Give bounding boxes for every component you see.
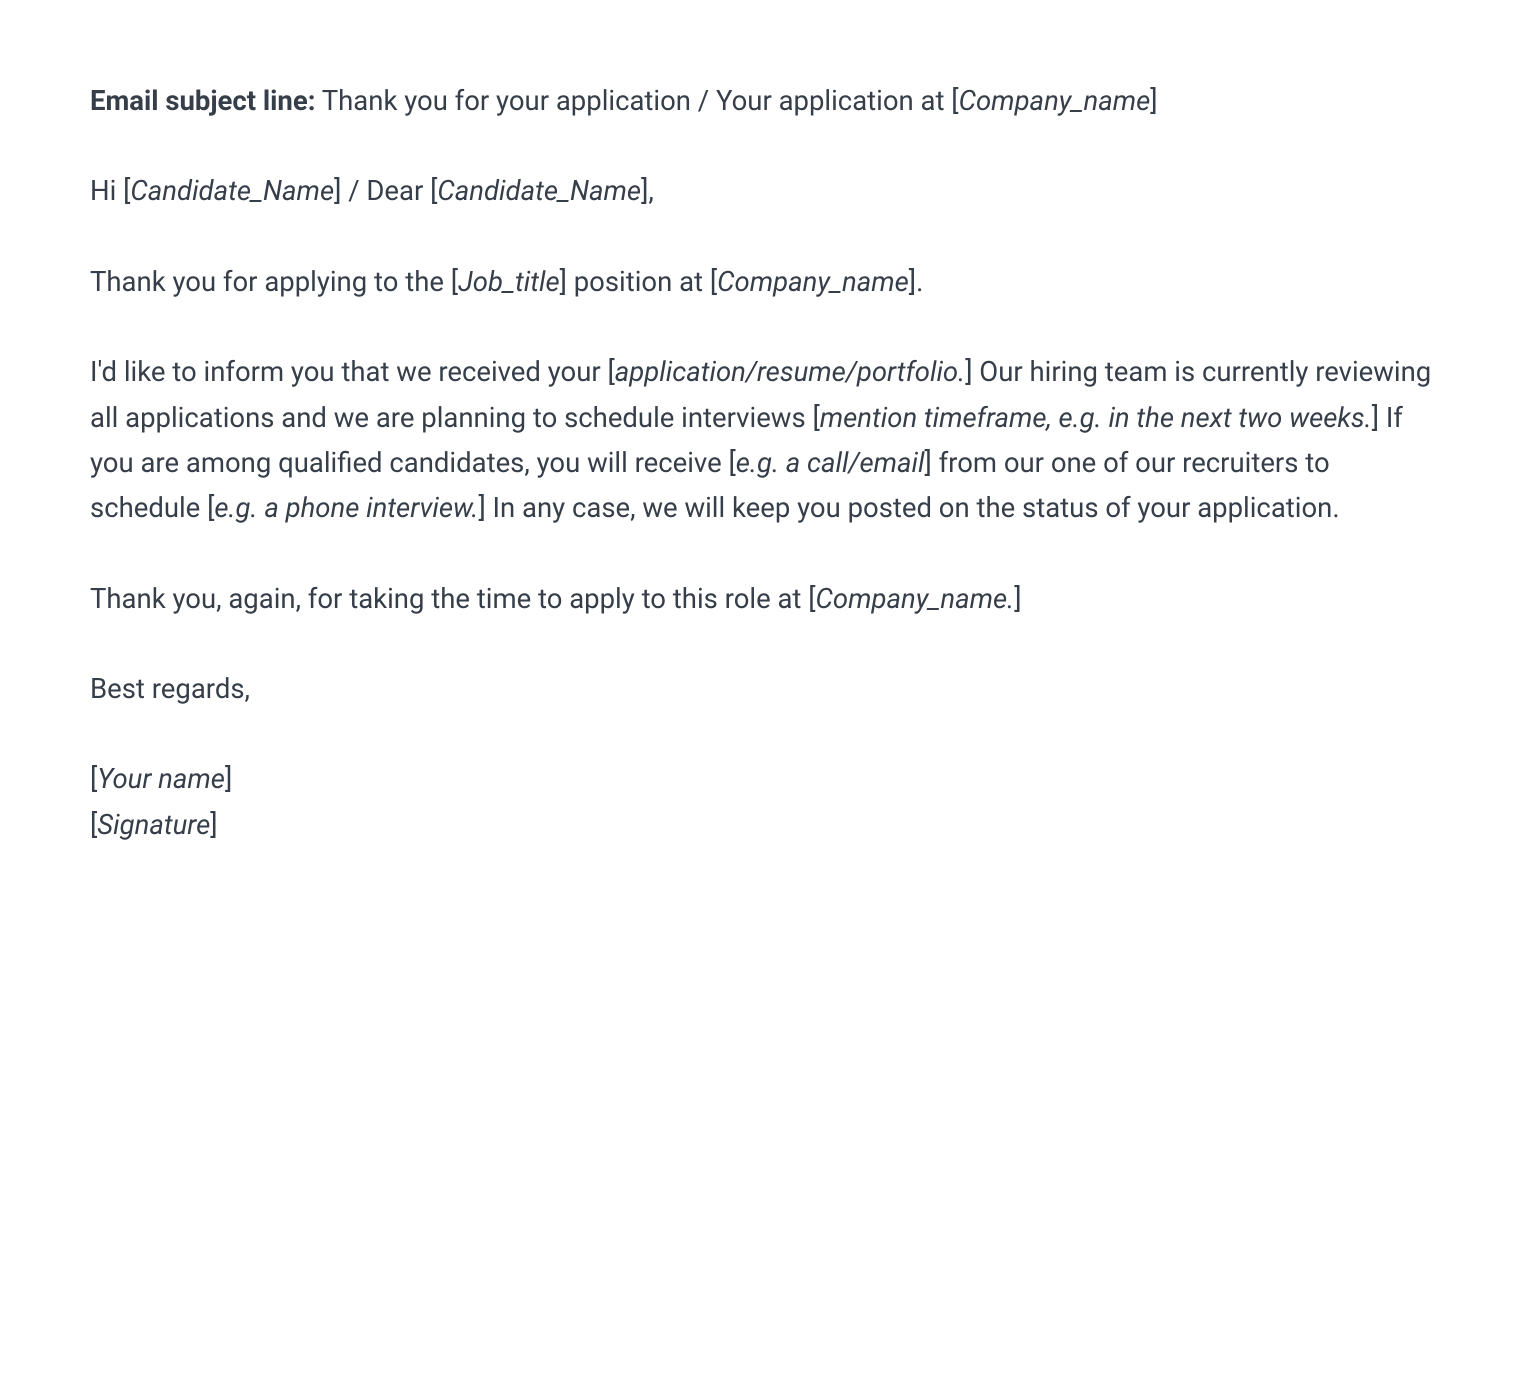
candidate-name-placeholder: Candidate_Name	[437, 174, 641, 207]
interview-type-placeholder: e.g. a phone interview.	[214, 491, 478, 524]
p6-t2: ]	[225, 762, 232, 795]
p2-t2: ] position at [	[560, 265, 718, 298]
body-paragraph: I'd like to inform you that we received …	[90, 349, 1446, 531]
regards-paragraph: Best regards,	[90, 666, 1446, 711]
signature-line: [Signature]	[90, 802, 1446, 847]
thank-you-paragraph: Thank you for applying to the [Job_title…	[90, 259, 1446, 304]
candidate-name-placeholder: Candidate_Name	[130, 174, 334, 207]
greeting-t3: ],	[641, 174, 654, 207]
signature-paragraph: [Your name] [Signature]	[90, 756, 1446, 847]
contact-method-placeholder: e.g. a call/email	[736, 446, 925, 479]
company-name-placeholder: Company_name	[959, 84, 1151, 117]
p2-t3: ].	[909, 265, 924, 298]
p6-t4: ]	[210, 808, 217, 841]
application-placeholder: application/resume/portfolio.	[615, 355, 965, 388]
subject-text-before: Thank you for your application / Your ap…	[315, 84, 958, 117]
greeting-t1: Hi [	[90, 174, 130, 207]
p3-t1: I'd like to inform you that we received …	[90, 355, 615, 388]
greeting-t2: ] / Dear [	[334, 174, 437, 207]
p4-t2: ]	[1014, 582, 1021, 615]
job-title-placeholder: Job_title	[458, 265, 560, 298]
company-name-placeholder: Company_name	[717, 265, 909, 298]
p5-t1: Best regards,	[90, 672, 250, 705]
p2-t1: Thank you for applying to the [	[90, 265, 458, 298]
signature-placeholder: Signature	[97, 808, 210, 841]
greeting-paragraph: Hi [Candidate_Name] / Dear [Candidate_Na…	[90, 168, 1446, 213]
your-name-placeholder: Your name	[97, 762, 225, 795]
subject-label: Email subject line:	[90, 84, 315, 117]
closing-thank-you-paragraph: Thank you, again, for taking the time to…	[90, 576, 1446, 621]
p3-t5: ] In any case, we will keep you posted o…	[478, 491, 1339, 524]
your-name-line: [Your name]	[90, 756, 1446, 801]
subject-line-paragraph: Email subject line: Thank you for your a…	[90, 78, 1446, 123]
p4-t1: Thank you, again, for taking the time to…	[90, 582, 816, 615]
company-name-placeholder: Company_name.	[816, 582, 1015, 615]
timeframe-placeholder: mention timeframe, e.g. in the next two …	[820, 401, 1372, 434]
subject-text-after: ]	[1150, 84, 1157, 117]
